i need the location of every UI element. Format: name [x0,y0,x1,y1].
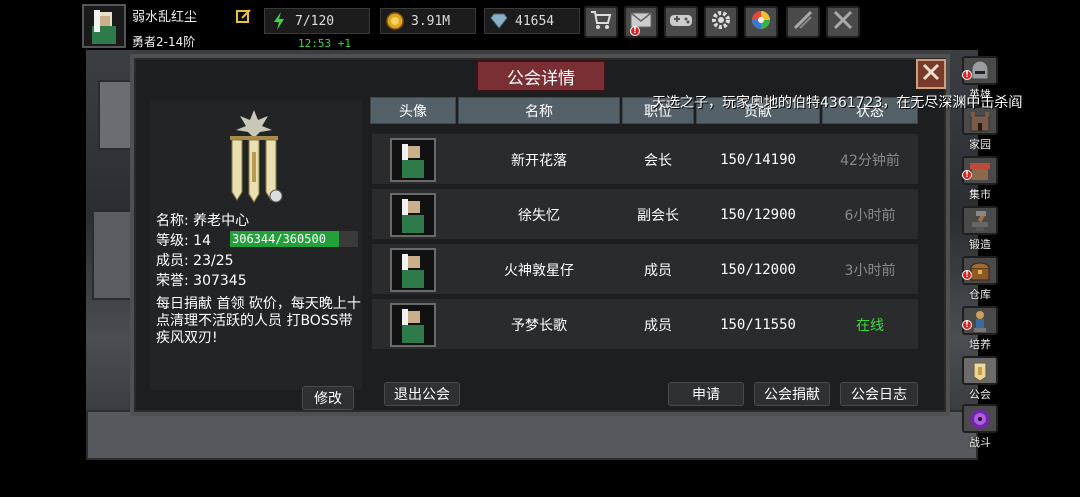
sidebar-item-warehouse[interactable]: 仓库 ! [956,256,1004,302]
member-contribution: 150/14190 [720,152,796,168]
column-header-name: 名称 [458,97,620,124]
sidebar-item-label: 仓库 [969,288,991,301]
sidebar-item-label: 锻造 [969,238,991,251]
panel-title: 公会详情 [476,60,606,92]
swords-icon [792,9,814,35]
member-status: 在线 [856,318,884,334]
member-position: 成员 [644,263,672,279]
guild-log-button[interactable]: 公会日志 [840,382,918,406]
portal-icon [962,404,998,433]
guild-exp-bar: 306344/360500 [230,231,358,247]
mail-button[interactable]: ! [624,6,658,38]
leave-guild-button[interactable]: 退出公会 [384,382,460,406]
member-avatar[interactable] [390,248,436,292]
member-name: 火神敦星仔 [504,263,574,279]
notification-badge: ! [962,170,972,180]
member-contribution: 150/12000 [720,262,796,278]
shop-button[interactable] [584,6,618,38]
shop-cart-icon [590,10,612,34]
member-position: 成员 [644,318,672,334]
notification-badge: ! [630,26,640,36]
table-row[interactable]: 徐失忆 副会长 150/12900 6小时前 [372,189,918,241]
member-contribution: 150/12900 [720,207,796,223]
edit-pencil-icon[interactable] [236,8,252,24]
gamepad-icon [669,12,693,32]
settings-button[interactable] [704,6,738,38]
sidebar-item-label: 培养 [969,338,991,351]
stamina-value: 7/120 [295,13,335,29]
column-header-avatar: 头像 [370,97,456,124]
member-list: 新开花落 会长 150/14190 42分钟前 徐失忆 副会长 150/1290… [372,134,918,354]
member-status: 6小时前 [844,208,896,224]
ruin-ground [86,410,978,460]
close-button[interactable] [916,59,946,89]
guild-announcement: 每日捐献 首领 砍价，每天晚上十点清理不活跃的人员 打BOSS带疾风双刃! [156,296,361,346]
sidebar-item-train[interactable]: 培养 ! [956,306,1004,352]
table-row[interactable]: 予梦长歌 成员 150/11550 在线 [372,299,918,351]
member-name: 予梦长歌 [511,318,567,334]
lightning-icon [269,11,289,31]
member-position: 副会长 [637,208,679,224]
stamina-counter: 7/120 [264,8,370,34]
guild-honor: 荣誉: 307345 [156,273,247,289]
gem-counter: 41654 [484,8,580,34]
member-position: 会长 [644,153,672,169]
guild-banner-icon [962,356,998,385]
stamina-timer: 12:53 +1 [298,37,351,50]
member-name: 新开花落 [511,153,567,169]
member-name: 徐失忆 [518,208,560,224]
sidebar-item-battle[interactable]: 战斗 [956,404,1004,450]
gamepad-button[interactable] [664,6,698,38]
sidebar-item-label: 战斗 [969,436,991,449]
guild-donate-button[interactable]: 公会捐献 [754,382,830,406]
anvil-hammer-icon [962,206,998,235]
sidebar-item-market[interactable]: 集市 ! [956,156,1004,202]
gold-coin-icon [385,11,405,31]
crossed-swords-icon [832,9,854,35]
sidebar-item-label: 集市 [969,188,991,201]
member-avatar[interactable] [390,193,436,237]
broadcast-ticker: 天选之子，玩家奥地的伯特4361723，在无尽深渊中击杀阎 [652,95,1023,111]
notification-badge: ! [962,270,972,280]
sidebar-item-forge[interactable]: 锻造 [956,206,1004,252]
member-status: 3小时前 [844,263,896,279]
sidebar-item-label: 公会 [969,388,991,401]
gold-value: 3.91M [411,13,451,29]
member-avatar[interactable] [390,303,436,347]
gold-counter: 3.91M [380,8,476,34]
swords-button[interactable] [786,6,820,38]
apply-button[interactable]: 申请 [668,382,744,406]
guild-level: 等级: 14 [156,233,211,249]
table-row[interactable]: 新开花落 会长 150/14190 42分钟前 [372,134,918,186]
sidebar-item-home[interactable]: 家园 [956,106,1004,152]
guild-name: 名称: 养老中心 [156,213,250,229]
diamond-icon [489,11,509,31]
sidebar-item-guild[interactable]: 公会 [956,356,1004,402]
player-name: 弱水乱红尘 [132,10,198,25]
gear-icon [710,9,732,35]
notification-badge: ! [962,70,972,80]
guild-exp-text: 306344/360500 [232,232,326,246]
battle-button[interactable] [826,6,860,38]
member-avatar[interactable] [390,138,436,182]
color-wheel-button[interactable] [744,6,778,38]
color-wheel-icon [750,9,772,35]
guild-members: 成员: 23/25 [156,253,234,269]
member-status: 42分钟前 [840,153,900,169]
notification-badge: ! [962,320,972,330]
player-avatar[interactable] [82,4,126,48]
guild-banner-icon [222,108,286,208]
modify-button[interactable]: 修改 [302,386,354,410]
member-contribution: 150/11550 [720,317,796,333]
sidebar-item-label: 家园 [969,138,991,151]
close-icon [921,62,941,86]
player-rank: 勇者2-14阶 [132,35,196,49]
table-row[interactable]: 火神敦星仔 成员 150/12000 3小时前 [372,244,918,296]
gem-value: 41654 [515,13,555,29]
